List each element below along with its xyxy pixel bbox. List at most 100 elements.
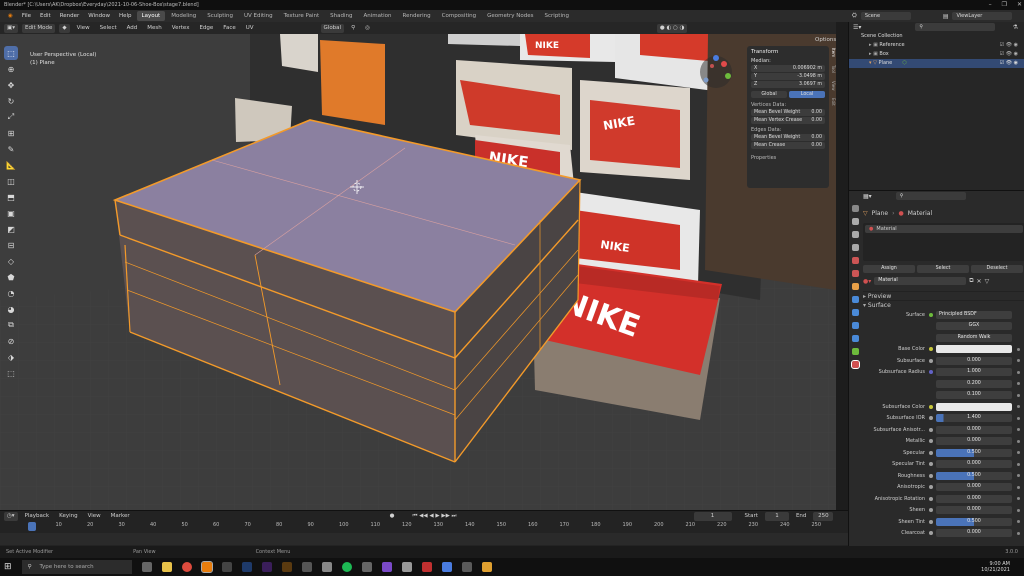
app-icon-13[interactable]: [401, 562, 412, 572]
edge-slide-tool-icon[interactable]: ⧉: [4, 318, 18, 332]
tab-layout[interactable]: Layout: [136, 11, 166, 21]
editor-type-button[interactable]: ▣▾: [4, 23, 18, 33]
app-icon-8[interactable]: [301, 562, 312, 572]
material-name-field[interactable]: Material: [874, 277, 967, 285]
timeline-menu-view[interactable]: View: [85, 512, 104, 521]
smooth-tool-icon[interactable]: ◕: [4, 302, 18, 316]
view-layer-tab-icon[interactable]: [851, 244, 859, 251]
visual-studio-icon[interactable]: [381, 562, 392, 572]
particles-tab-icon[interactable]: [851, 309, 859, 316]
tab-sculpting[interactable]: Sculpting: [202, 11, 238, 21]
windows-start-icon[interactable]: ⊞: [4, 562, 12, 572]
output-tab-icon[interactable]: [851, 231, 859, 238]
tab-compositing[interactable]: Compositing: [437, 11, 481, 21]
inset-tool-icon[interactable]: ▣: [4, 206, 18, 220]
scene-selector[interactable]: Scene: [860, 12, 911, 20]
socket-icon[interactable]: [929, 496, 933, 501]
app-icon-14[interactable]: [421, 562, 432, 572]
keyframe-dot-icon[interactable]: [1017, 428, 1020, 432]
distribution-selector[interactable]: GGX: [936, 322, 1012, 331]
viewlayer-selector[interactable]: ViewLayer: [952, 12, 1013, 20]
illustrator-icon[interactable]: [281, 562, 292, 572]
outliner-editor-icon[interactable]: ☰▾: [853, 24, 861, 31]
material-filter-icon[interactable]: ▽: [985, 278, 990, 285]
loop-cut-tool-icon[interactable]: ⊟: [4, 238, 18, 252]
socket-icon[interactable]: [929, 370, 933, 375]
menu-render[interactable]: Render: [56, 10, 84, 22]
file-explorer-icon[interactable]: [161, 562, 172, 572]
mean-bevel-weight-edge-field[interactable]: Mean Bevel Weight 0.00: [751, 134, 825, 141]
viewport-menu-select[interactable]: Select: [97, 24, 120, 33]
keyframe-dot-icon[interactable]: [1017, 508, 1020, 512]
median-z-field[interactable]: Z 3.0697 m: [751, 81, 825, 88]
value-field[interactable]: 1.000: [936, 368, 1012, 377]
viewport-menu-add[interactable]: Add: [124, 24, 141, 33]
orientation-selector[interactable]: Global: [320, 23, 345, 33]
median-x-field[interactable]: X 0.006902 m: [751, 65, 825, 72]
viewport-menu-face[interactable]: Face: [220, 24, 238, 33]
modifier-tab-icon[interactable]: [851, 296, 859, 303]
value-field[interactable]: 1.400: [936, 414, 1012, 423]
close-button[interactable]: ✕: [1017, 0, 1022, 10]
socket-icon[interactable]: [929, 358, 933, 363]
app-icon-11[interactable]: [361, 562, 372, 572]
chrome-icon[interactable]: [181, 562, 192, 572]
data-tab-icon[interactable]: [851, 348, 859, 355]
socket-icon[interactable]: [929, 462, 933, 467]
keyframe-dot-icon[interactable]: [1017, 451, 1020, 455]
start-frame-field[interactable]: 1: [764, 511, 789, 521]
rip-tool-icon[interactable]: ⬚: [4, 366, 18, 380]
outliner-item-scene-collection[interactable]: Scene Collection: [849, 32, 1024, 41]
tab-rendering[interactable]: Rendering: [398, 11, 436, 21]
timeline-menu-playback[interactable]: Playback: [22, 512, 53, 521]
playback-controls[interactable]: ⏮ ◀◀ ◀ ▶ ▶▶ ⏭: [409, 512, 459, 521]
options-menu[interactable]: Options: [812, 36, 839, 45]
constraints-tab-icon[interactable]: [851, 335, 859, 342]
outliner-item-reference[interactable]: ▸ ▣ Reference ☑ 👁 ◉: [849, 41, 1024, 50]
scene-tab-icon[interactable]: [851, 257, 859, 264]
add-cube-tool-icon[interactable]: ◫: [4, 174, 18, 188]
snap-icon[interactable]: ⚲: [348, 24, 358, 33]
outliner-search-input[interactable]: ⚲: [915, 23, 996, 31]
shear-tool-icon[interactable]: ⬗: [4, 350, 18, 364]
blender-app-icon[interactable]: [200, 561, 213, 573]
current-frame-field[interactable]: 1: [693, 511, 732, 521]
value-field[interactable]: 0.000: [936, 483, 1012, 492]
keyframe-dot-icon[interactable]: [1017, 531, 1020, 535]
value-field[interactable]: 0.200: [936, 379, 1012, 388]
shrink-tool-icon[interactable]: ⊘: [4, 334, 18, 348]
material-tab-icon[interactable]: [850, 360, 860, 369]
keyframe-dot-icon[interactable]: [1017, 416, 1020, 420]
tab-geometry-nodes[interactable]: Geometry Nodes: [482, 11, 538, 21]
value-field[interactable]: 0.500: [936, 517, 1012, 526]
3d-viewport[interactable]: NIKE NIKE NIKE NIKE NIKE: [0, 34, 836, 510]
tab-scripting[interactable]: Scripting: [540, 11, 574, 21]
playhead[interactable]: [28, 522, 36, 531]
value-field[interactable]: 0.100: [936, 391, 1012, 400]
mode-selector[interactable]: Edit Mode: [21, 23, 56, 33]
spotify-icon[interactable]: [341, 562, 352, 572]
minimize-button[interactable]: –: [989, 0, 992, 10]
sidebar-tab-tool[interactable]: Tool: [830, 65, 836, 73]
tab-uv-editing[interactable]: UV Editing: [239, 11, 278, 21]
keyframe-dot-icon[interactable]: [1017, 485, 1020, 489]
socket-icon[interactable]: [929, 347, 933, 352]
value-field[interactable]: 0.500: [936, 471, 1012, 480]
render-tab-icon[interactable]: [851, 218, 859, 225]
value-field[interactable]: 0.000: [936, 425, 1012, 434]
global-toggle[interactable]: Global: [751, 91, 787, 98]
tab-animation[interactable]: Animation: [358, 11, 396, 21]
keyframe-dot-icon[interactable]: [1017, 462, 1020, 466]
keyframe-dot-icon[interactable]: [1017, 474, 1020, 478]
keyframe-dot-icon[interactable]: [1017, 439, 1020, 443]
viewport-menu-uv[interactable]: UV: [243, 24, 257, 33]
value-field[interactable]: 0.000: [936, 356, 1012, 365]
viewport-menu-edge[interactable]: Edge: [196, 24, 216, 33]
menu-edit[interactable]: Edit: [36, 10, 55, 22]
socket-icon[interactable]: [929, 450, 933, 455]
measure-tool-icon[interactable]: 📐: [4, 158, 18, 172]
keyframe-dot-icon[interactable]: [1017, 520, 1020, 524]
select-box-tool-icon[interactable]: ⬚: [4, 46, 18, 60]
taskbar-search-input[interactable]: ⚲ Type here to search: [21, 560, 132, 574]
knife-tool-icon[interactable]: ◇: [4, 254, 18, 268]
